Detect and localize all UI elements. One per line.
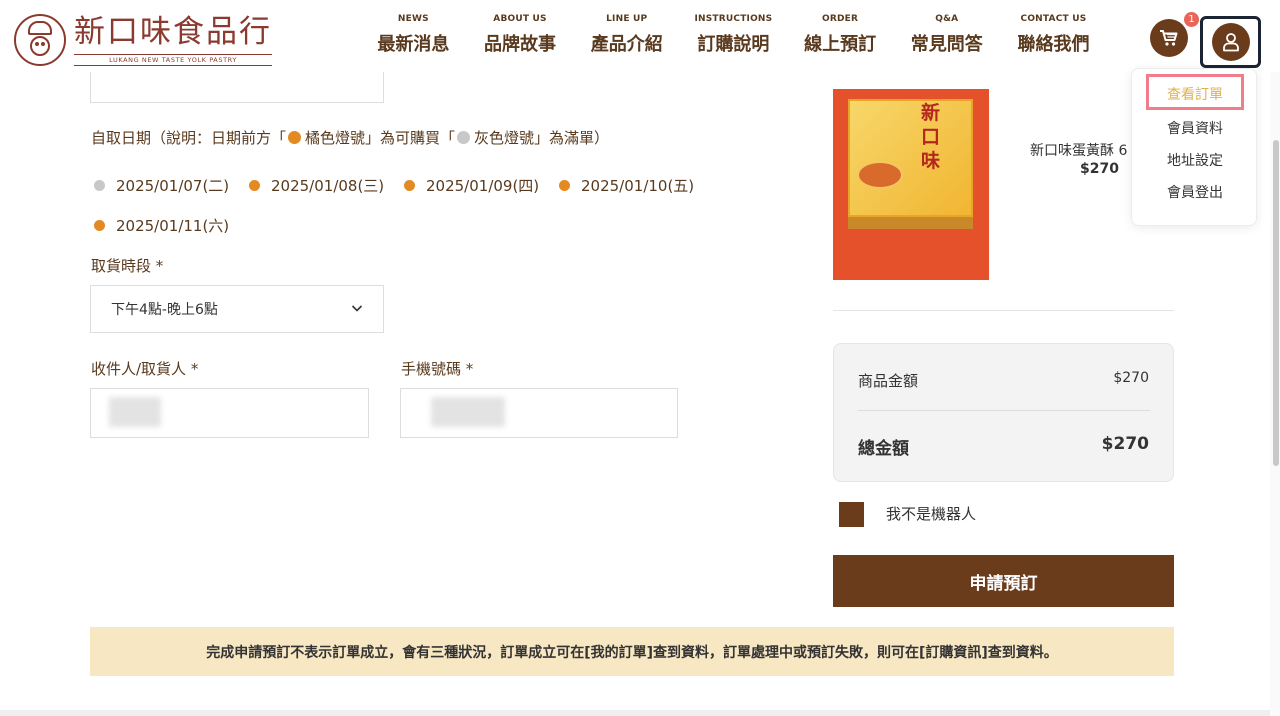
submit-reservation-button[interactable]: 申請預訂	[833, 555, 1174, 607]
notice-banner: 完成申請預訂不表示訂單成立，會有三種狀況，訂單成立可在[我的訂單]查到資料，訂單…	[90, 627, 1174, 676]
cart-count-badge: 1	[1183, 11, 1200, 28]
product-image: 新口味	[833, 89, 989, 280]
nav-instructions-cn: 訂購說明	[697, 34, 770, 55]
gray-dot-icon	[457, 131, 471, 144]
pickup-title-part-c: 灰色燈號」為滿單）	[474, 129, 610, 147]
nav-about-cn: 品牌故事	[484, 34, 557, 55]
divider	[833, 310, 1174, 311]
orange-dot-icon	[288, 131, 302, 144]
nav-contact[interactable]: CONTACT US 聯絡我們	[1000, 14, 1107, 56]
pickup-time-value: 下午4點-晚上6點	[111, 302, 218, 318]
phone-input[interactable]	[400, 388, 678, 438]
pickup-title-part-b: 橘色燈號」為可購買「	[305, 129, 456, 147]
product-box	[848, 99, 973, 217]
redacted-value	[109, 397, 161, 427]
available-status-dot-icon	[249, 180, 260, 191]
nav-lineup-cn: 產品介紹	[590, 34, 663, 55]
nav-contact-cn: 聯絡我們	[1017, 34, 1090, 55]
nav-qa[interactable]: Q&A 常見問答	[893, 14, 1000, 56]
cart-button[interactable]	[1150, 19, 1188, 57]
product-name: 新口味蛋黃酥 6	[1030, 143, 1128, 159]
user-avatar	[1211, 23, 1250, 61]
date-option[interactable]: 2025/01/09(四)	[404, 175, 539, 196]
chef-logo-icon	[14, 14, 66, 66]
nav-lineup[interactable]: LINE UP 產品介紹	[573, 14, 680, 56]
pickup-time-label: 取貨時段 *	[91, 257, 164, 275]
user-menu-button[interactable]	[1200, 16, 1261, 68]
cart-icon	[1160, 30, 1178, 46]
product-price: $270	[1080, 161, 1119, 177]
full-status-dot-icon	[94, 180, 105, 191]
date-option[interactable]: 2025/01/10(五)	[559, 175, 694, 196]
chevron-down-icon	[351, 305, 363, 312]
order-summary: 商品金額 $270 總金額 $270	[833, 343, 1174, 482]
nav-contact-en: CONTACT US	[1020, 14, 1087, 24]
user-icon	[1222, 33, 1239, 52]
scrollbar-thumb[interactable]	[1273, 140, 1279, 466]
nav-instructions[interactable]: INSTRUCTIONS 訂購說明	[680, 14, 787, 56]
nav-order-en: ORDER	[822, 14, 859, 24]
menu-member-info[interactable]: 會員資料	[1132, 118, 1258, 138]
date-label: 2025/01/09(四)	[426, 177, 540, 195]
subtotal-value: $270	[1113, 370, 1149, 386]
product-box-side	[848, 217, 973, 229]
total-value: $270	[1101, 434, 1149, 454]
logo-title: 新口味食品行	[74, 14, 272, 50]
receiver-input[interactable]	[90, 388, 369, 438]
receiver-label: 收件人/取貨人 *	[91, 360, 199, 378]
logo-subtitle: LUKANG NEW TASTE YOLK PASTRY	[74, 54, 272, 66]
captcha-label: 我不是機器人	[886, 505, 977, 523]
pickup-date-title: 自取日期（說明：日期前方「 橘色燈號」為可購買「 灰色燈號」為滿單）	[91, 127, 609, 148]
captcha-checkbox[interactable]	[839, 502, 864, 527]
menu-view-orders[interactable]: 查看訂單	[1132, 84, 1258, 104]
nav-instructions-en: INSTRUCTIONS	[694, 14, 773, 24]
pastry-illustration	[857, 161, 903, 189]
nav-about-en: ABOUT US	[493, 14, 547, 24]
menu-address-settings[interactable]: 地址設定	[1132, 150, 1258, 170]
date-label: 2025/01/08(三)	[271, 177, 385, 195]
user-dropdown-menu: 查看訂單 會員資料 地址設定 會員登出	[1131, 68, 1257, 226]
available-status-dot-icon	[94, 220, 105, 231]
available-status-dot-icon	[404, 180, 415, 191]
nav-about[interactable]: ABOUT US 品牌故事	[467, 14, 574, 56]
pickup-time-select[interactable]: 下午4點-晚上6點	[90, 285, 384, 333]
main-nav: NEWS 最新消息 ABOUT US 品牌故事 LINE UP 產品介紹 INS…	[360, 14, 1107, 56]
date-option[interactable]: 2025/01/07(二)	[94, 175, 229, 196]
product-box-text: 新口味	[921, 102, 941, 172]
date-label: 2025/01/10(五)	[581, 177, 695, 195]
site-header: 新口味食品行 LUKANG NEW TASTE YOLK PASTRY NEWS…	[0, 0, 1280, 72]
date-option[interactable]: 2025/01/08(三)	[249, 175, 384, 196]
subtotal-label: 商品金額	[858, 372, 919, 390]
total-label: 總金額	[858, 439, 909, 459]
phone-label: 手機號碼 *	[401, 360, 474, 378]
available-status-dot-icon	[559, 180, 570, 191]
date-label: 2025/01/07(二)	[116, 177, 230, 195]
nav-news-cn: 最新消息	[377, 34, 450, 55]
redacted-value	[431, 397, 505, 427]
date-option[interactable]: 2025/01/11(六)	[94, 215, 229, 236]
summary-divider	[858, 410, 1150, 411]
date-label: 2025/01/11(六)	[116, 217, 230, 235]
nav-qa-en: Q&A	[935, 14, 959, 24]
bottom-edge	[0, 710, 1270, 716]
menu-logout[interactable]: 會員登出	[1132, 182, 1258, 202]
nav-lineup-en: LINE UP	[606, 14, 648, 24]
site-logo[interactable]: 新口味食品行 LUKANG NEW TASTE YOLK PASTRY	[14, 14, 272, 66]
nav-order-cn: 線上預訂	[804, 34, 877, 55]
nav-news[interactable]: NEWS 最新消息	[360, 14, 467, 56]
nav-order[interactable]: ORDER 線上預訂	[787, 14, 894, 56]
pickup-title-part-a: 自取日期（說明：日期前方「	[91, 129, 287, 147]
nav-news-en: NEWS	[397, 14, 429, 24]
nav-qa-cn: 常見問答	[910, 34, 983, 55]
